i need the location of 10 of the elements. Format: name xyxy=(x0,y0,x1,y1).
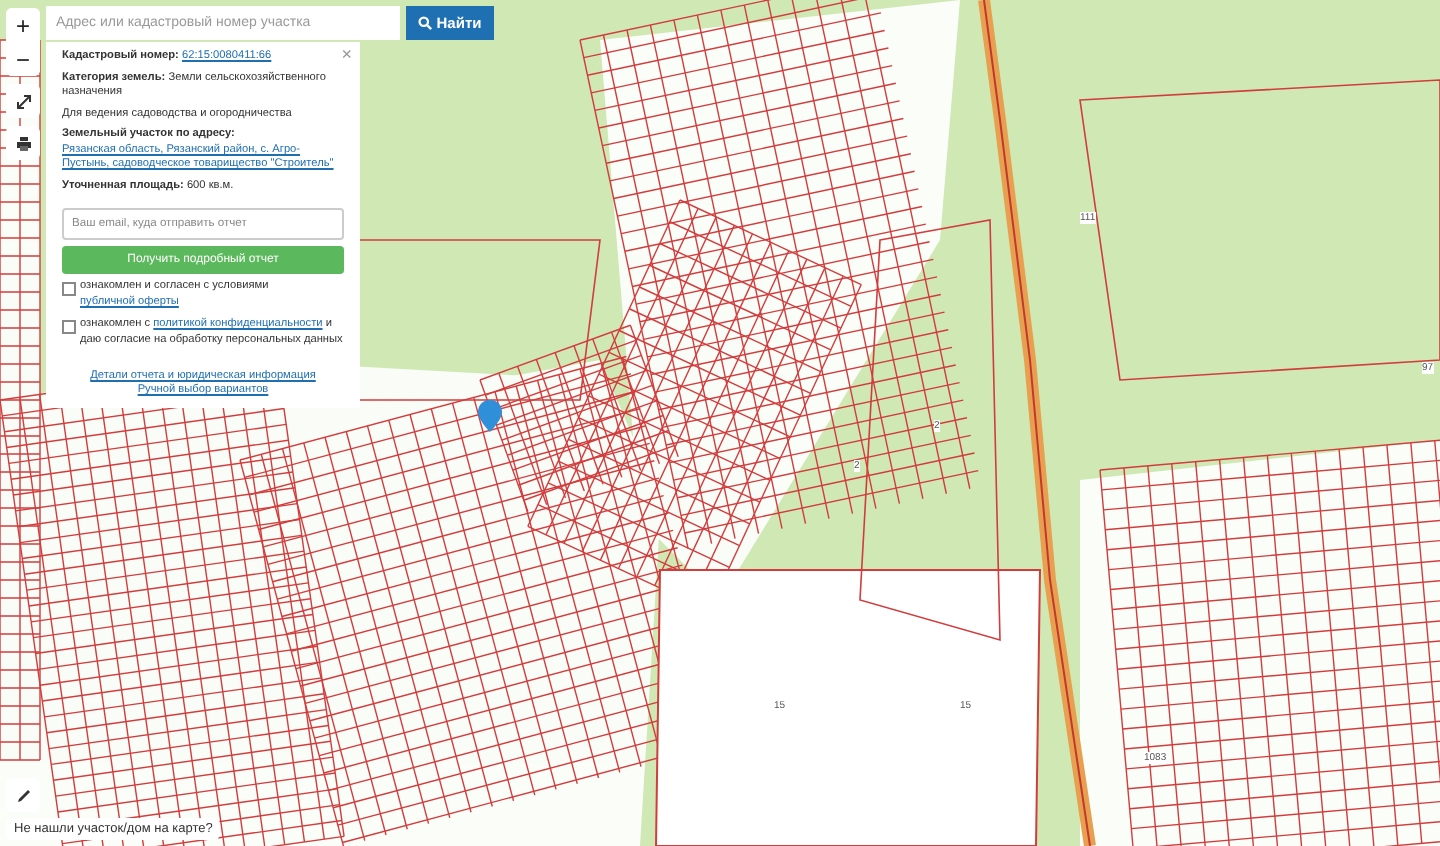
consent-checkbox[interactable] xyxy=(62,282,76,297)
print-button[interactable] xyxy=(6,126,40,160)
fullscreen-button[interactable] xyxy=(6,84,40,118)
expand-icon xyxy=(15,93,31,109)
pencil-icon xyxy=(15,787,31,803)
edit-button[interactable] xyxy=(6,778,40,812)
close-button[interactable]: × xyxy=(341,44,352,64)
search-icon xyxy=(418,16,433,30)
printer-icon xyxy=(15,135,31,151)
consent-checkbox[interactable] xyxy=(62,320,76,335)
